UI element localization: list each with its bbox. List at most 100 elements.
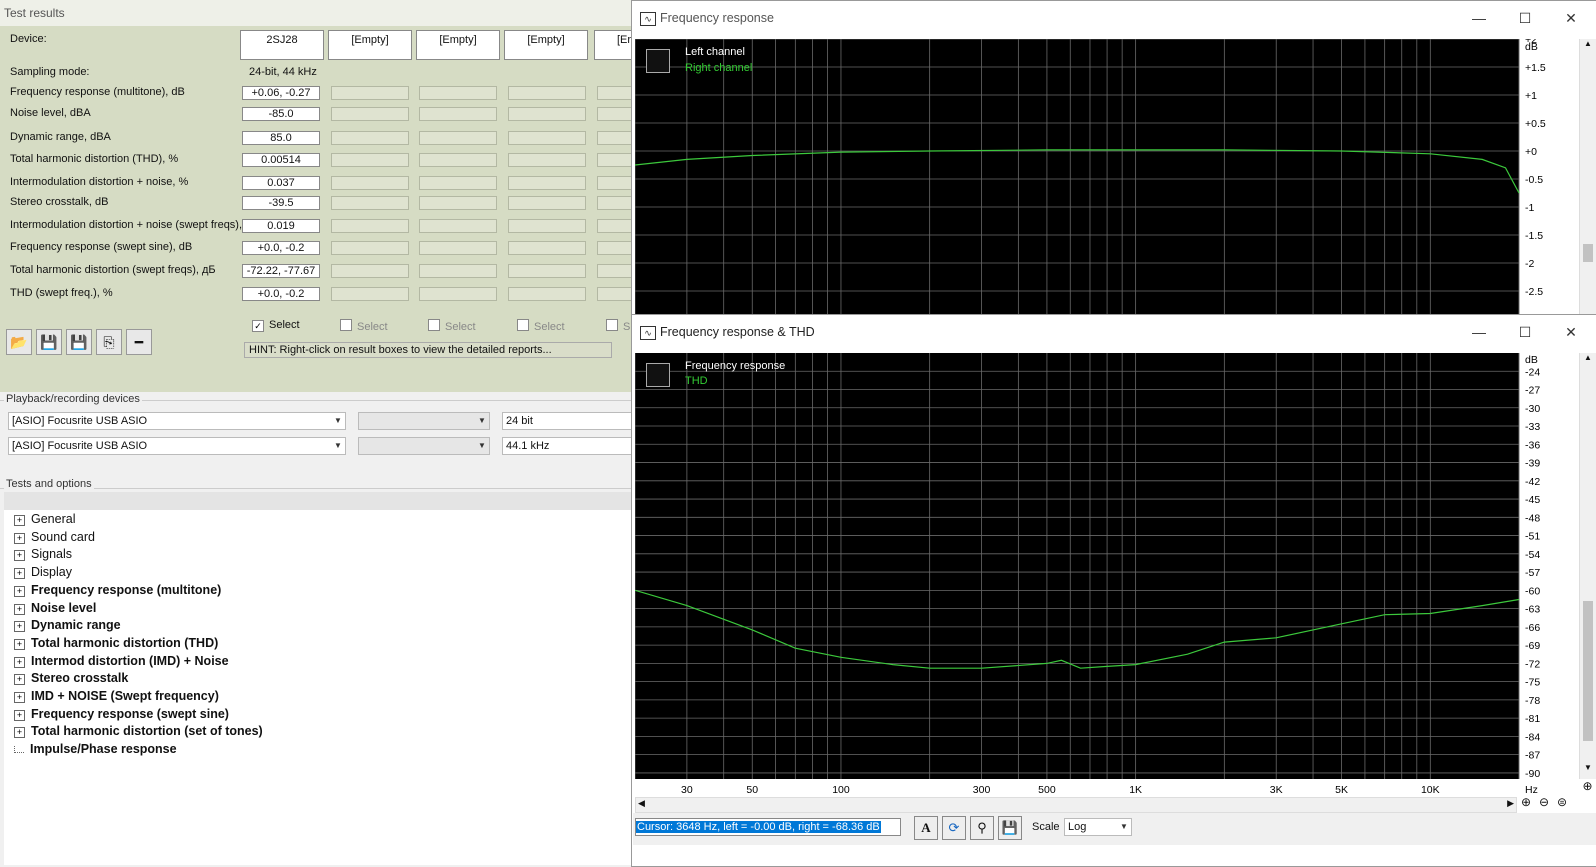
tree-item[interactable]: + Noise level [14,601,96,615]
empty-result-box[interactable] [597,219,632,233]
expand-icon[interactable]: + [14,603,25,615]
expand-icon[interactable]: + [14,692,25,703]
tree-item[interactable]: + Dynamic range [14,618,121,633]
sample-rate-select[interactable]: 44.1 kHz [502,437,632,455]
device-slot-5[interactable]: [Er [594,30,634,60]
select-checkbox-5[interactable]: S [606,319,630,333]
open-folder-icon[interactable]: 📂 [6,329,32,355]
empty-result-box[interactable] [508,287,586,301]
minimize-icon[interactable]: — [1457,1,1501,35]
expand-icon[interactable]: + [14,532,25,544]
empty-result-box[interactable] [419,219,497,233]
tree-item[interactable]: + Total harmonic distortion (THD) [14,636,218,650]
empty-result-box[interactable] [508,264,586,278]
playback-channel-select[interactable]: ▼ [358,412,490,430]
result-value-box[interactable]: 85.0 [242,131,320,145]
zoom-out-icon[interactable]: ⊖ [1535,795,1553,811]
expand-icon[interactable]: + [14,568,25,580]
expand-icon[interactable]: + [14,656,25,668]
empty-result-box[interactable] [419,264,497,278]
empty-result-box[interactable] [597,264,632,278]
expand-icon[interactable]: + [14,638,25,650]
empty-result-box[interactable] [508,107,586,121]
playback-device-select[interactable]: [ASIO] Focusrite USB ASIO ▼ [8,412,346,430]
zoom-fit-icon[interactable]: ⊜ [1553,795,1571,811]
expand-icon[interactable]: + [14,674,25,686]
copy-icon[interactable]: ⎘ [96,329,122,355]
empty-result-box[interactable] [331,196,409,210]
maximize-icon[interactable]: ☐ [1503,1,1547,35]
empty-result-box[interactable] [597,107,632,121]
empty-result-box[interactable] [597,287,632,301]
zoom-in-icon[interactable]: ⊕ [1517,795,1535,811]
device-slot-3[interactable]: [Empty] [416,30,500,60]
close-icon[interactable]: ✕ [1549,315,1593,349]
empty-result-box[interactable] [508,86,586,100]
tree-item[interactable]: + Display [14,565,72,580]
frequency-response-plot[interactable]: +2+1.5+1+0.5+0-0.5-1-1.5-2-2.5-3 dB [635,39,1579,319]
minus-icon[interactable]: ━ [126,329,152,355]
save-as-icon[interactable]: 💾 [66,329,92,355]
device-slot-4[interactable]: [Empty] [504,30,588,60]
recording-device-select[interactable]: [ASIO] Focusrite USB ASIO ▼ [8,437,346,455]
refresh-icon[interactable]: ⟳ [942,816,966,840]
tree-item[interactable]: + Total harmonic distortion (set of tones… [14,724,263,739]
empty-result-box[interactable] [508,241,586,255]
empty-result-box[interactable] [508,176,586,190]
empty-result-box[interactable] [597,196,632,210]
empty-result-box[interactable] [508,219,586,233]
empty-result-box[interactable] [419,287,497,301]
empty-result-box[interactable] [508,153,586,167]
save-icon[interactable]: 💾 [36,329,62,355]
result-value-box[interactable]: +0.06, -0.27 [242,86,320,100]
text-annotation-icon[interactable]: A [914,816,938,840]
grid-toggle-icon[interactable] [646,49,670,73]
empty-result-box[interactable] [597,86,632,100]
tree-item[interactable]: + Signals [14,547,72,562]
empty-result-box[interactable] [419,86,497,100]
device-slot-1[interactable]: 2SJ28 [240,30,324,60]
select-checkbox-4[interactable]: Select [517,319,565,333]
select-checkbox-3[interactable]: Select [428,319,476,333]
tree-item[interactable]: Impulse/Phase response [14,742,177,756]
close-icon[interactable]: ✕ [1549,1,1593,35]
empty-result-box[interactable] [419,131,497,145]
expand-icon[interactable]: + [14,621,25,633]
tree-item[interactable]: + IMD + NOISE (Swept frequency) [14,689,219,703]
grid-toggle-icon[interactable] [646,363,670,387]
horizontal-scrollbar[interactable]: ◀ ▶ [635,797,1517,813]
empty-result-box[interactable] [419,107,497,121]
tree-item[interactable]: + Frequency response (swept sine) [14,707,229,721]
result-value-box[interactable]: -72.22, -77.67 [242,264,320,278]
vertical-scrollbar[interactable]: ▲ ▼ [1579,353,1596,779]
tree-item[interactable]: + Sound card [14,530,95,544]
result-value-box[interactable]: +0.0, -0.2 [242,241,320,255]
zoom-icon[interactable]: ⊕ [1579,779,1596,796]
measure-icon[interactable]: ⚲ [970,816,994,840]
empty-result-box[interactable] [331,287,409,301]
tree-item[interactable]: + Stereo crosstalk [14,671,128,686]
empty-result-box[interactable] [331,131,409,145]
empty-result-box[interactable] [597,176,632,190]
result-value-box[interactable]: 0.037 [242,176,320,190]
select-checkbox-2[interactable]: Select [340,319,388,333]
tree-item[interactable]: + Intermod distortion (IMD) + Noise [14,654,229,668]
empty-result-box[interactable] [331,176,409,190]
empty-result-box[interactable] [419,153,497,167]
empty-result-box[interactable] [419,196,497,210]
empty-result-box[interactable] [597,131,632,145]
maximize-icon[interactable]: ☐ [1503,315,1547,349]
empty-result-box[interactable] [331,107,409,121]
empty-result-box[interactable] [331,153,409,167]
empty-result-box[interactable] [331,264,409,278]
empty-result-box[interactable] [508,196,586,210]
result-value-box[interactable]: -85.0 [242,107,320,121]
scale-select[interactable]: Log ▼ [1064,818,1132,836]
result-value-box[interactable]: -39.5 [242,196,320,210]
recording-channel-select[interactable]: ▼ [358,437,490,455]
result-value-box[interactable]: +0.0, -0.2 [242,287,320,301]
tree-item[interactable]: + Frequency response (multitone) [14,583,221,597]
empty-result-box[interactable] [419,176,497,190]
device-slot-2[interactable]: [Empty] [328,30,412,60]
bit-depth-select[interactable]: 24 bit [502,412,632,430]
